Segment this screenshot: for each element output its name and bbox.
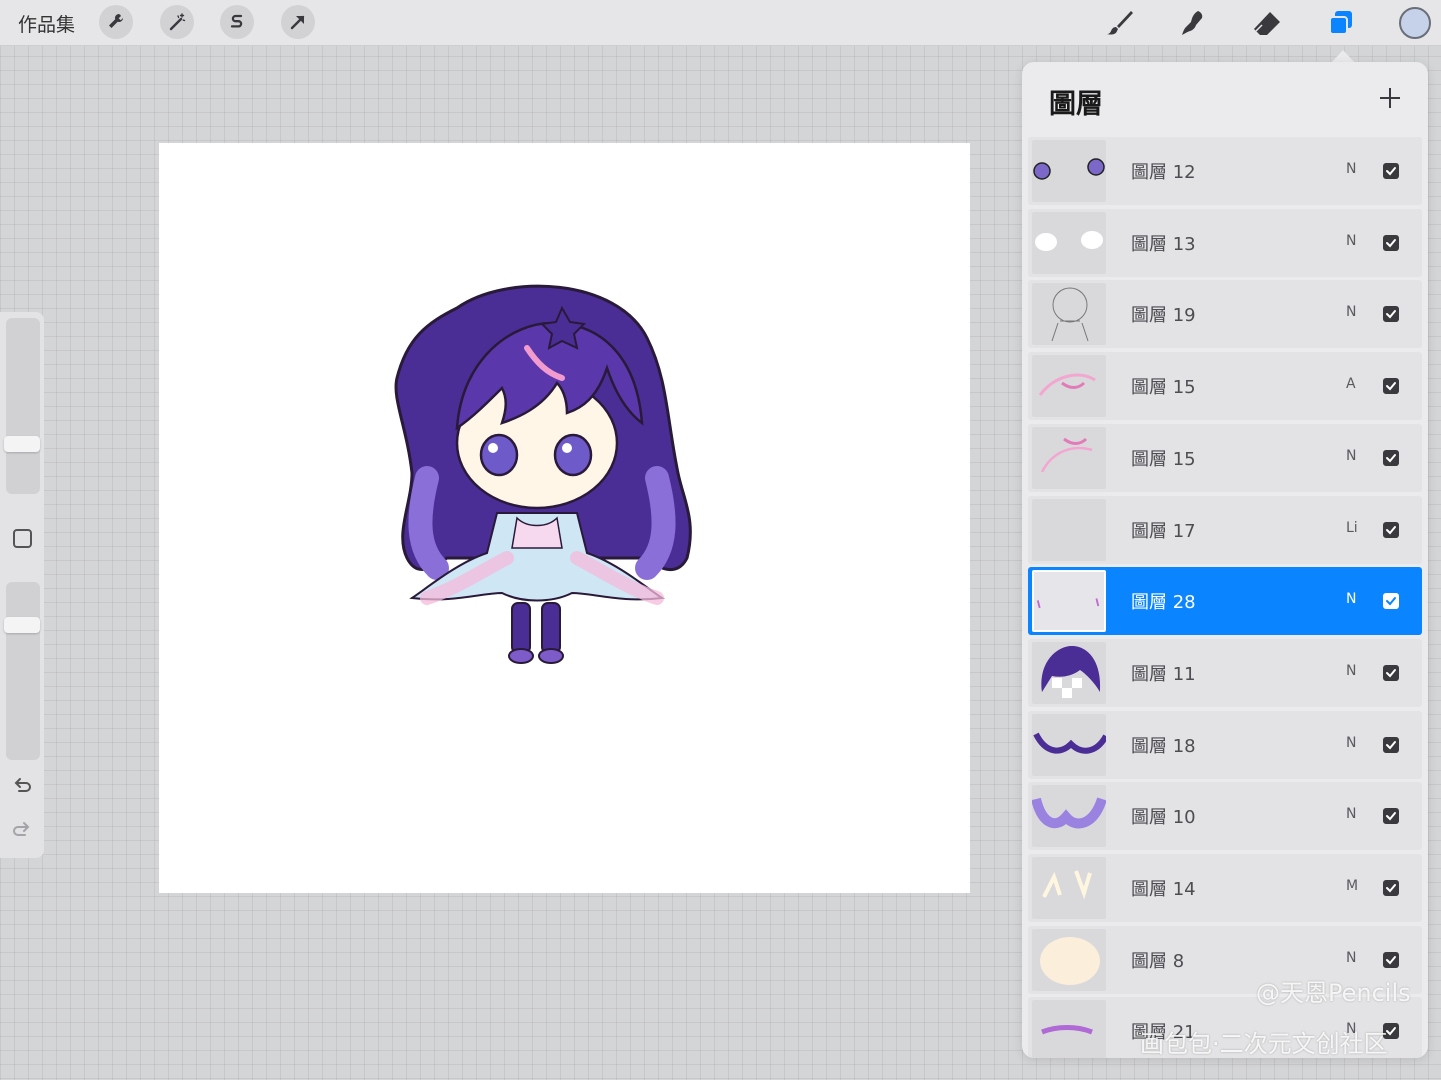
layer-visibility-checkbox[interactable] — [1383, 736, 1399, 753]
layer-visibility-checkbox[interactable] — [1383, 521, 1399, 538]
layer-row[interactable]: 圖層 14 M — [1028, 854, 1422, 922]
layer-blend-mode-button[interactable]: N — [1346, 735, 1356, 751]
checkmark-icon — [1386, 812, 1396, 821]
layer-row[interactable]: 圖層 28 N — [1028, 567, 1422, 636]
checkmark-icon — [1386, 238, 1396, 248]
layer-row[interactable]: 圖層 15 A — [1028, 352, 1422, 421]
smudge-icon[interactable] — [1176, 6, 1210, 40]
layer-thumbnail[interactable] — [1032, 355, 1106, 418]
wrench-icon[interactable] — [99, 5, 133, 39]
layer-thumbnail[interactable] — [1032, 426, 1106, 489]
modify-button[interactable] — [13, 529, 32, 548]
layer-name: 圖層 19 — [1131, 305, 1196, 327]
layer-visibility-checkbox[interactable] — [1383, 163, 1399, 179]
checkmark-icon — [1386, 668, 1396, 678]
layer-thumbnail[interactable] — [1032, 498, 1106, 561]
layer-row[interactable]: 圖層 19 N — [1028, 280, 1422, 349]
layer-row[interactable]: 圖層 15 N — [1028, 423, 1422, 492]
layers-panel: 圖層 圖層 12 N 圖層 13 N 圖層 19 N 圖層 15 A 圖層 15 N 圖層 17 Li… — [1022, 62, 1428, 1058]
layer-row[interactable]: 圖層 12 N — [1028, 137, 1422, 205]
layer-row[interactable]: 圖層 13 N — [1028, 208, 1422, 277]
layer-visibility-checkbox[interactable] — [1383, 449, 1399, 466]
magic-wand-icon[interactable] — [160, 5, 194, 39]
layer-row[interactable]: 圖層 18 N — [1028, 710, 1422, 779]
layer-name: 圖層 10 — [1131, 807, 1196, 829]
transform-arrow-icon[interactable] — [281, 5, 315, 39]
checkmark-icon — [1386, 740, 1396, 750]
layer-visibility-checkbox[interactable] — [1383, 951, 1399, 968]
layer-blend-mode-button[interactable]: N — [1346, 161, 1356, 177]
undo-icon[interactable] — [10, 775, 34, 799]
brush-size-thumb[interactable] — [4, 436, 40, 452]
layer-thumbnail[interactable] — [1032, 1000, 1106, 1058]
layer-thumbnail[interactable] — [1032, 211, 1106, 274]
color-picker-swatch[interactable] — [1399, 7, 1431, 39]
layer-visibility-checkbox[interactable] — [1383, 808, 1399, 825]
drawing-canvas[interactable] — [159, 143, 970, 893]
layers-panel-title: 圖層 — [1049, 89, 1103, 120]
checkmark-icon — [1386, 310, 1396, 319]
layer-row[interactable]: 圖層 17 Li — [1028, 495, 1422, 564]
checkmark-icon — [1386, 597, 1396, 606]
layer-visibility-checkbox[interactable] — [1383, 306, 1399, 323]
layer-name: 圖層 13 — [1131, 233, 1196, 255]
opacity-thumb[interactable] — [4, 617, 40, 633]
layer-thumbnail[interactable] — [1032, 785, 1106, 848]
layer-thumbnail[interactable] — [1032, 928, 1106, 991]
layer-blend-mode-button[interactable]: Li — [1346, 520, 1358, 536]
layer-blend-mode-button[interactable]: N — [1346, 663, 1356, 679]
eraser-icon[interactable] — [1250, 6, 1284, 40]
layer-blend-mode-button[interactable]: N — [1346, 806, 1356, 822]
opacity-slider[interactable] — [6, 582, 40, 760]
top-toolbar: 作品集 — [0, 0, 1441, 46]
layer-name: 圖層 14 — [1131, 879, 1196, 900]
layer-visibility-checkbox[interactable] — [1383, 234, 1399, 251]
layer-thumbnail[interactable] — [1032, 140, 1106, 202]
layer-name: 圖層 28 — [1131, 592, 1196, 614]
watermark-site: 画包包·二次元文创社区 — [1140, 1030, 1388, 1058]
checkmark-icon — [1386, 453, 1396, 463]
layer-thumbnail[interactable] — [1032, 570, 1106, 633]
layer-blend-mode-button[interactable]: N — [1346, 591, 1356, 607]
layer-row[interactable]: 圖層 11 N — [1028, 638, 1422, 707]
brush-icon[interactable] — [1103, 6, 1137, 40]
layer-name: 圖層 15 — [1131, 448, 1196, 470]
layer-visibility-checkbox[interactable] — [1383, 880, 1399, 896]
watermark-author: @天恩Pencils — [1256, 979, 1411, 1007]
layer-visibility-checkbox[interactable] — [1383, 593, 1399, 610]
add-layer-icon[interactable] — [1378, 86, 1402, 110]
checkmark-icon — [1386, 955, 1396, 965]
left-sidebar — [0, 312, 44, 858]
layer-visibility-checkbox[interactable] — [1383, 378, 1399, 395]
selection-s-icon[interactable] — [220, 5, 254, 39]
checkmark-icon — [1386, 884, 1396, 893]
checkmark-icon — [1386, 382, 1396, 391]
layer-thumbnail[interactable] — [1032, 857, 1106, 919]
layer-thumbnail[interactable] — [1032, 641, 1106, 704]
layer-row[interactable]: 圖層 10 N — [1028, 782, 1422, 851]
layer-thumbnail[interactable] — [1032, 713, 1106, 776]
layer-blend-mode-button[interactable]: N — [1346, 950, 1356, 966]
layer-name: 圖層 11 — [1131, 663, 1196, 685]
checkmark-icon — [1386, 167, 1396, 176]
layer-visibility-checkbox[interactable] — [1383, 664, 1399, 681]
layer-blend-mode-button[interactable]: N — [1346, 304, 1356, 320]
layer-name: 圖層 18 — [1131, 735, 1196, 757]
layer-blend-mode-button[interactable]: M — [1346, 878, 1358, 894]
gallery-button[interactable]: 作品集 — [18, 10, 75, 37]
layer-blend-mode-button[interactable]: N — [1346, 448, 1356, 464]
layer-name: 圖層 8 — [1131, 950, 1185, 972]
layers-icon[interactable] — [1324, 6, 1358, 40]
redo-icon[interactable] — [10, 819, 34, 843]
layer-name: 圖層 15 — [1131, 377, 1196, 399]
layer-blend-mode-button[interactable]: A — [1346, 376, 1356, 392]
layer-blend-mode-button[interactable]: N — [1346, 233, 1356, 249]
layer-thumbnail[interactable] — [1032, 283, 1106, 346]
brush-size-slider[interactable] — [6, 318, 40, 494]
chibi-character-artwork — [394, 284, 692, 664]
layer-name: 圖層 17 — [1131, 520, 1196, 542]
checkmark-icon — [1386, 525, 1396, 534]
layer-name: 圖層 12 — [1131, 162, 1196, 183]
